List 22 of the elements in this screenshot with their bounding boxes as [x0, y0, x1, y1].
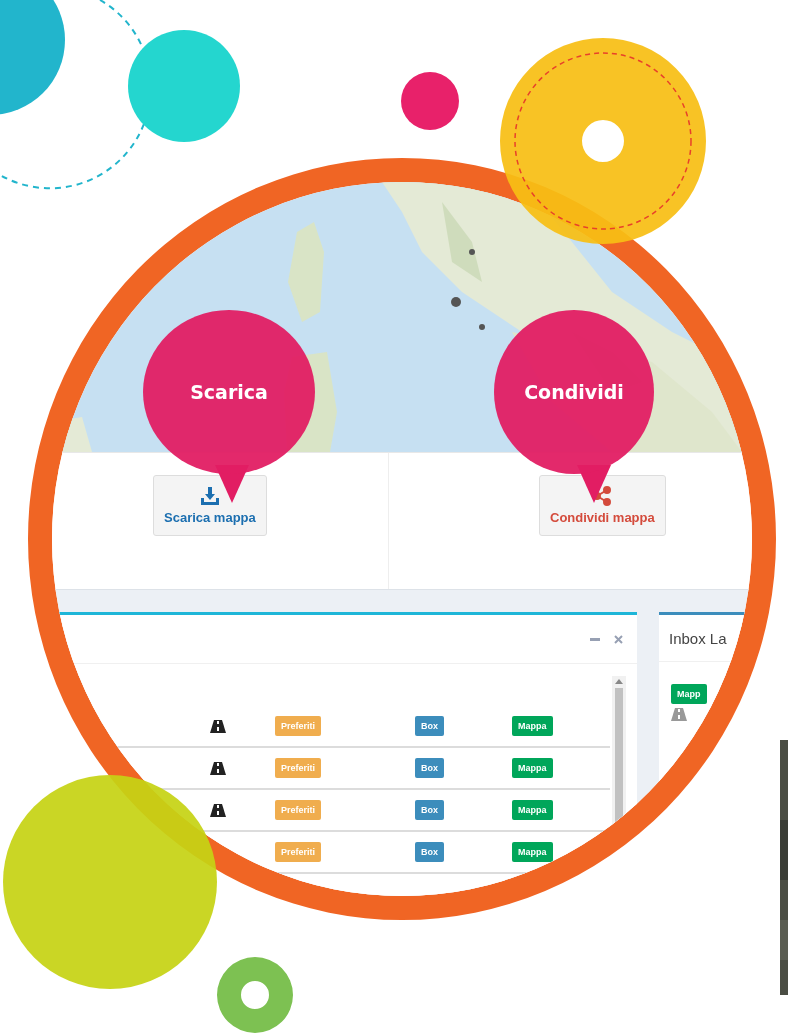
download-button[interactable]: Scarica mappa	[153, 474, 267, 536]
box-tag[interactable]: Box	[415, 800, 444, 820]
box-tag[interactable]: Box	[415, 842, 444, 862]
favorite-tag[interactable]: Preferiti	[275, 842, 321, 862]
map-tag[interactable]: Mappa	[512, 716, 553, 736]
close-icon[interactable]	[614, 634, 623, 644]
share-button[interactable]: Condividi mappa	[539, 474, 666, 536]
box-tag[interactable]: Box	[415, 716, 444, 736]
favorite-tag[interactable]: Preferiti	[275, 716, 321, 736]
panel-title: Inbox La	[669, 629, 727, 647]
favorite-tag[interactable]: Preferiti	[275, 758, 321, 778]
decorative-circle	[401, 72, 459, 130]
favorite-tag[interactable]: Preferiti	[275, 800, 321, 820]
map-tag[interactable]: Mappa	[512, 800, 553, 820]
minimize-icon[interactable]	[590, 637, 600, 641]
road-icon	[671, 708, 687, 721]
scroll-up-icon[interactable]	[615, 679, 623, 684]
download-icon	[199, 485, 220, 506]
map-tag[interactable]: Mappa	[512, 758, 553, 778]
map-tag[interactable]: Mappa	[512, 842, 553, 862]
box-tag[interactable]: Box	[415, 758, 444, 778]
map-tag[interactable]: Mapp	[671, 684, 707, 704]
